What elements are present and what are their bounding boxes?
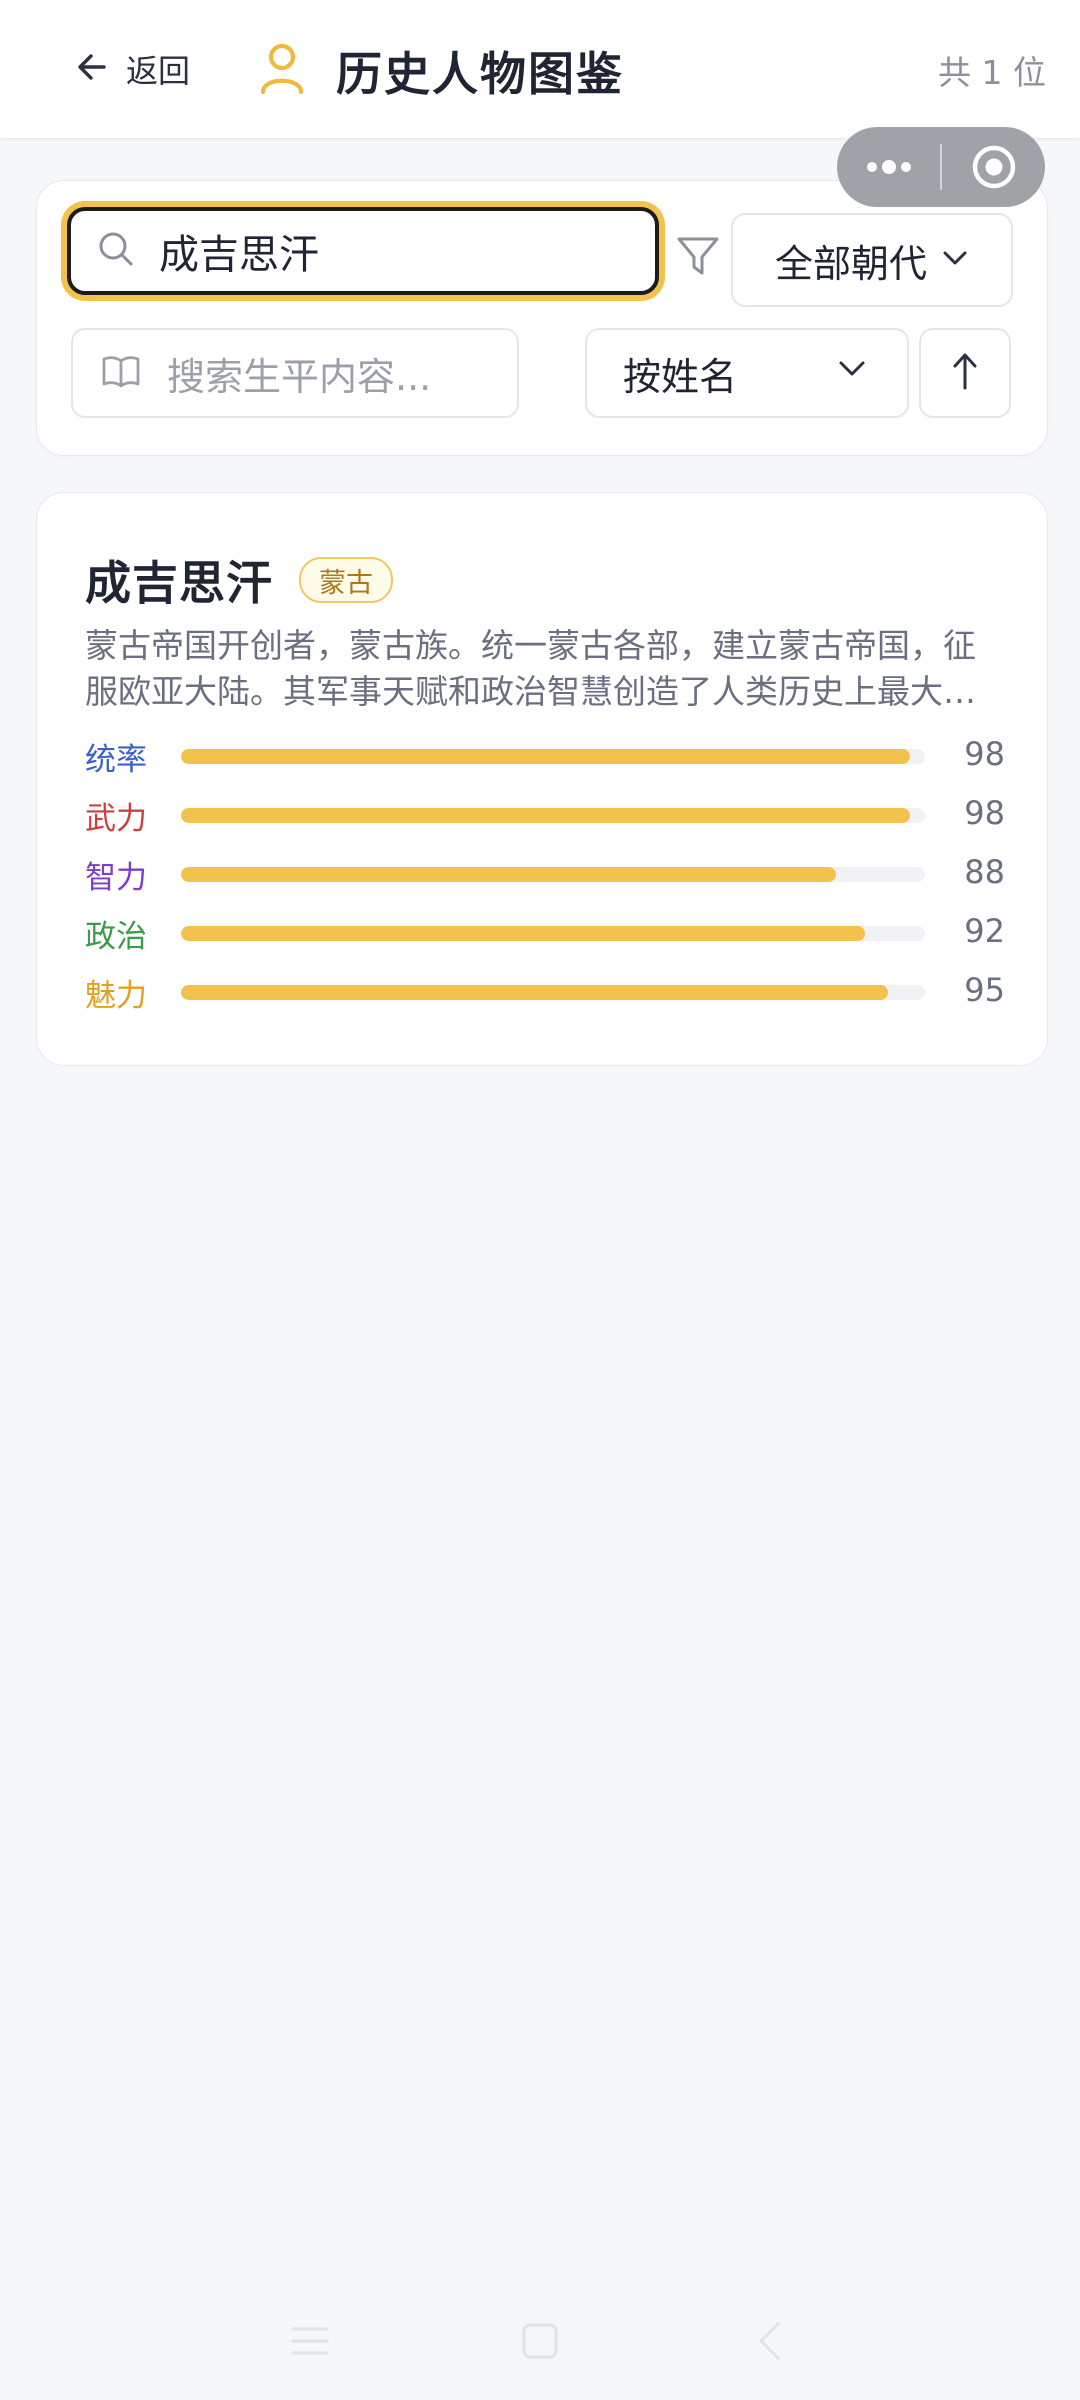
stat-bar-fill bbox=[181, 926, 866, 941]
sort-order-button[interactable] bbox=[919, 328, 1011, 418]
user-icon bbox=[258, 42, 306, 100]
bio-search-placeholder: 搜索生平内容... bbox=[167, 354, 432, 399]
top-bar: 返回 历史人物图鉴 共 1 位 bbox=[0, 0, 1080, 139]
search-icon bbox=[71, 230, 135, 272]
back-label: 返回 bbox=[126, 52, 191, 90]
home-square-icon[interactable] bbox=[515, 2316, 565, 2366]
sort-select[interactable]: 按姓名 bbox=[585, 328, 909, 418]
page-title: 历史人物图鉴 bbox=[336, 47, 624, 101]
stat-bar-fill bbox=[181, 985, 888, 1000]
back-chevron-icon[interactable] bbox=[744, 2316, 794, 2366]
stat-value: 88 bbox=[964, 853, 1005, 891]
dynasty-select[interactable]: 全部朝代 bbox=[731, 213, 1013, 307]
target-circle-icon[interactable] bbox=[942, 127, 1045, 207]
stat-row: 智力 88 bbox=[85, 845, 1005, 904]
stat-value: 95 bbox=[964, 971, 1005, 1009]
stat-label: 魅力 bbox=[85, 978, 147, 1014]
person-name: 成吉思汗 bbox=[85, 556, 273, 610]
result-count: 共 1 位 bbox=[938, 53, 1046, 92]
stat-row: 武力 98 bbox=[85, 786, 1005, 845]
arrow-up-icon bbox=[950, 350, 980, 396]
stat-bar-track bbox=[181, 985, 925, 1000]
stat-row: 统率 98 bbox=[85, 727, 1005, 786]
search-value: 成吉思汗 bbox=[159, 232, 319, 278]
bio-search-input[interactable]: 搜索生平内容... bbox=[71, 328, 519, 418]
stat-bar-track bbox=[181, 749, 925, 764]
menu-icon[interactable] bbox=[285, 2316, 335, 2366]
stat-row: 政治 92 bbox=[85, 904, 1005, 963]
person-bio: 蒙古帝国开创者，蒙古族。统一蒙古各部，建立蒙古帝国，征服欧亚大陆。其军事天赋和政… bbox=[85, 626, 976, 711]
book-icon bbox=[73, 351, 141, 395]
name-search-input[interactable]: 成吉思汗 bbox=[67, 207, 659, 295]
stat-bar-fill bbox=[181, 808, 911, 823]
title-group: 历史人物图鉴 bbox=[258, 38, 624, 104]
stat-bar-fill bbox=[181, 867, 836, 882]
stat-label: 统率 bbox=[85, 742, 147, 778]
stat-bar-fill bbox=[181, 749, 911, 764]
stat-bar-track bbox=[181, 867, 925, 882]
stat-label: 武力 bbox=[85, 801, 147, 837]
stat-bar-track bbox=[181, 808, 925, 823]
more-dots-icon[interactable] bbox=[837, 127, 940, 207]
stat-row: 魅力 95 bbox=[85, 963, 1005, 1022]
arrow-left-icon bbox=[72, 47, 112, 91]
stat-value: 92 bbox=[964, 912, 1005, 950]
stat-label: 智力 bbox=[85, 860, 147, 896]
mini-program-capsule bbox=[837, 127, 1045, 207]
dynasty-select-value: 全部朝代 bbox=[774, 241, 927, 286]
stats-list: 统率 98 武力 98 智力 88 政治 92 魅力 95 bbox=[85, 727, 1005, 1022]
person-card[interactable]: 成吉思汗 蒙古 蒙古帝国开创者，蒙古族。统一蒙古各部，建立蒙古帝国，征服欧亚大陆… bbox=[36, 492, 1048, 1066]
stat-value: 98 bbox=[964, 794, 1005, 832]
stat-label: 政治 bbox=[85, 919, 147, 955]
chevron-down-icon bbox=[941, 248, 969, 272]
stat-bar-track bbox=[181, 926, 925, 941]
filter-panel: 成吉思汗 全部朝代 搜索生平内容... 按姓名 bbox=[36, 180, 1048, 456]
dynasty-badge: 蒙古 bbox=[299, 557, 393, 603]
sort-select-value: 按姓名 bbox=[623, 354, 738, 399]
back-button[interactable]: 返回 bbox=[72, 44, 190, 94]
funnel-icon[interactable] bbox=[675, 233, 721, 279]
person-header: 成吉思汗 蒙古 bbox=[85, 547, 393, 613]
stat-value: 98 bbox=[964, 735, 1005, 773]
system-nav-bar bbox=[0, 2300, 1080, 2380]
